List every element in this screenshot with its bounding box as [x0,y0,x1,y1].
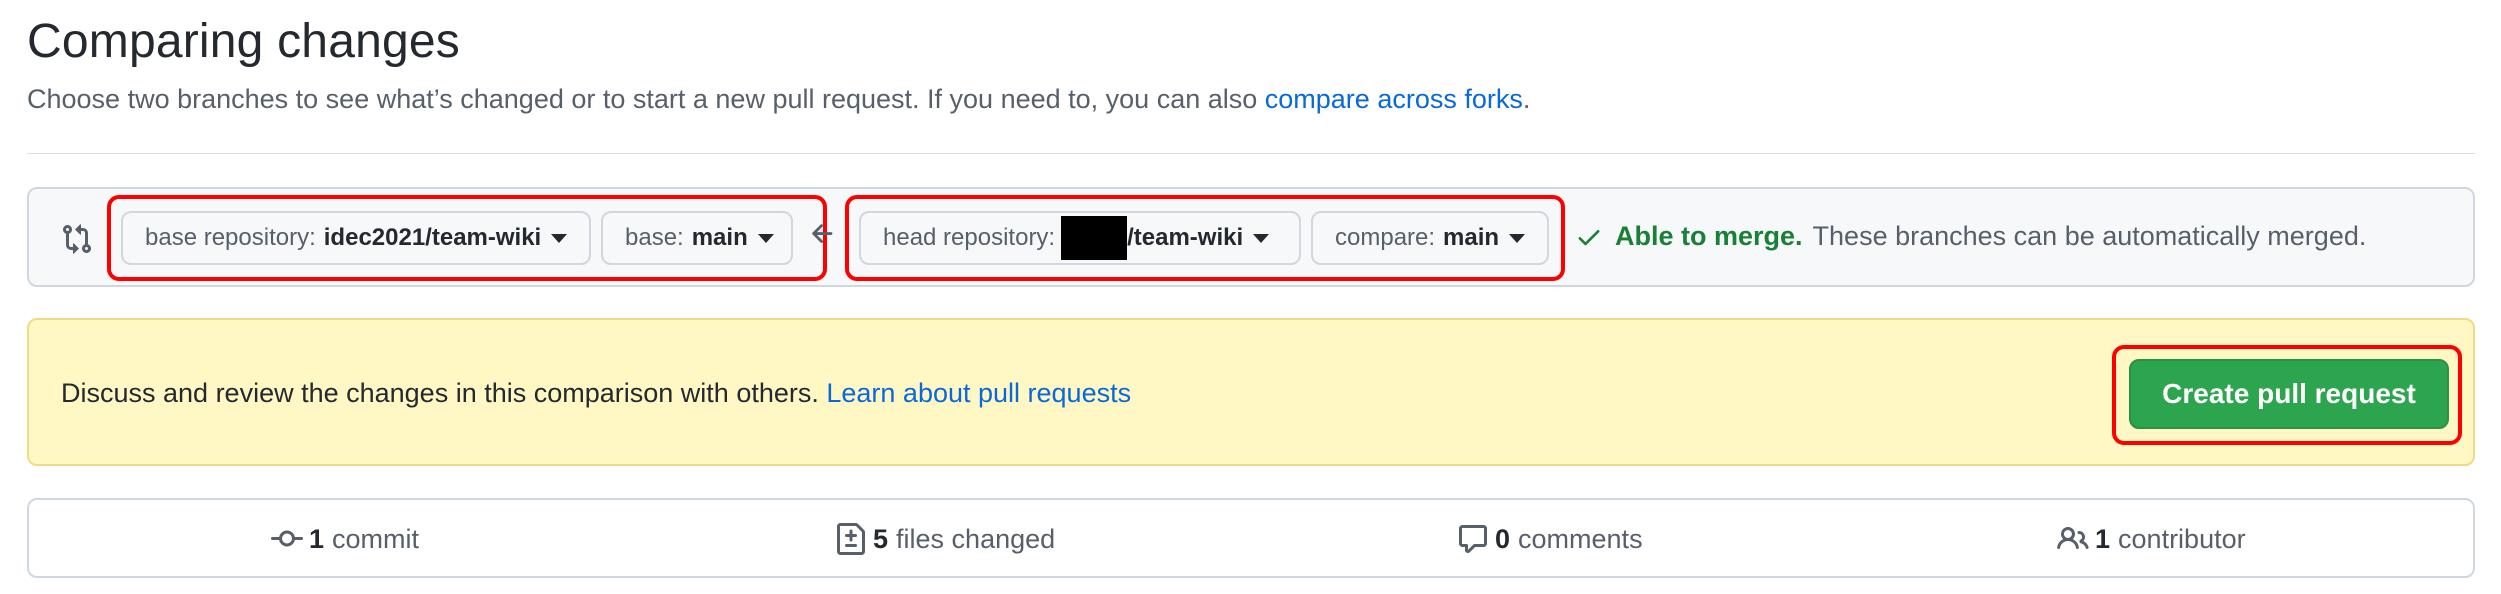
triangle-down-icon [1509,233,1526,243]
comments-count: 0 [1495,523,1511,554]
base-value: main [691,224,748,251]
compare-label: compare: [1335,224,1436,251]
git-compare-icon [63,224,92,254]
merge-ok-text: Able to merge. [1615,221,1803,251]
create-pull-request-button[interactable]: Create pull request [2129,359,2449,429]
head-repo-value: /team-wiki [1127,224,1244,251]
discuss-message: Discuss and review the changes in this c… [61,378,827,408]
contributors-label: contributor [2118,523,2246,554]
comments-stat[interactable]: 0 comments [1457,523,1643,555]
comment-icon [1459,525,1487,553]
compare-branch-button[interactable]: compare: main [1311,211,1549,265]
divider [27,153,2475,154]
triangle-down-icon [1253,233,1270,243]
learn-pull-requests-link[interactable]: Learn about pull requests [826,378,1131,408]
commits-count: 1 [309,523,325,554]
discuss-text: Discuss and review the changes in this c… [61,378,1131,409]
base-repo-label: base repository: [145,224,316,251]
files-count: 5 [873,523,889,554]
stats-bar: 1 commit 5 files changed 0 comments 1 co… [27,498,2475,578]
head-repo-label: head repository: [883,224,1056,251]
git-commit-icon [271,530,303,547]
commits-stat[interactable]: 1 commit [271,523,419,555]
page-title: Comparing changes [27,15,460,68]
base-repository-button[interactable]: base repository: idec2021/team-wiki [121,211,591,265]
comments-label: comments [1518,523,1643,554]
compare-bar: base repository: idec2021/team-wiki base… [27,187,2475,287]
page-subtitle: Choose two branches to see what’s change… [27,84,1530,115]
commits-label: commit [332,523,420,554]
file-diff-icon [837,523,865,555]
discuss-banner: Discuss and review the changes in this c… [27,318,2475,466]
compare-value: main [1443,224,1500,251]
base-label: base: [625,224,684,251]
check-icon [1578,229,1600,245]
subtitle-text: Choose two branches to see what’s change… [27,84,1265,114]
people-icon [2057,526,2089,550]
triangle-down-icon [551,233,568,243]
files-label: files changed [896,523,1056,554]
merge-message: These branches can be automatically merg… [1812,221,2367,251]
subtitle-end: . [1522,84,1531,114]
base-repo-value: idec2021/team-wiki [323,224,542,251]
compare-across-forks-link[interactable]: compare across forks [1265,84,1523,114]
merge-status: Able to merge. These branches can be aut… [1575,221,2366,252]
contributors-count: 1 [2095,523,2111,554]
redacted-block [1061,216,1128,260]
files-stat[interactable]: 5 files changed [835,523,1055,555]
head-repository-button[interactable]: head repository: /team-wiki [859,211,1301,265]
contributors-stat[interactable]: 1 contributor [2057,523,2246,555]
arrow-left-icon [812,224,833,243]
base-branch-button[interactable]: base: main [601,211,793,265]
triangle-down-icon [757,233,774,243]
